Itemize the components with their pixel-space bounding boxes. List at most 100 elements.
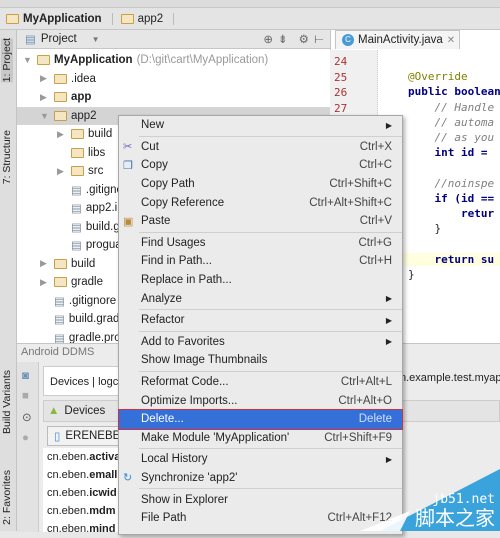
tree-item[interactable]: libs bbox=[57, 144, 105, 162]
build-variants-tool-tab[interactable]: Build Variants bbox=[1, 370, 13, 434]
breadcrumb: MyApplication app2 bbox=[0, 8, 500, 30]
tree-item[interactable]: ▶ build bbox=[40, 255, 95, 273]
favorites-tool-tab[interactable]: 2: Favorites bbox=[1, 470, 13, 525]
svg-text:脚本之家: 脚本之家 bbox=[415, 506, 495, 530]
menu-item-replace-in-path[interactable]: Replace in Path... bbox=[119, 271, 402, 290]
breadcrumb-item[interactable]: app2 bbox=[120, 12, 175, 25]
submenu-arrow-icon: ▶ bbox=[385, 294, 392, 304]
menu-item-shortcut: Ctrl+V bbox=[359, 215, 392, 228]
tree-item-label: build bbox=[88, 128, 113, 140]
structure-tool-tab[interactable]: 7: Structure bbox=[1, 130, 13, 184]
code-line: retur bbox=[408, 207, 495, 220]
folder-icon bbox=[54, 92, 67, 102]
project-tool-tab[interactable]: 1: Project bbox=[1, 38, 13, 83]
tree-item[interactable]: ▤ build.gradle bbox=[40, 310, 128, 328]
menu-item-label: New bbox=[141, 119, 165, 132]
menu-item-copy-reference[interactable]: Copy Reference Ctrl+Alt+Shift+C bbox=[119, 193, 402, 212]
tree-item[interactable]: ▶ build bbox=[57, 125, 112, 143]
menu-item-shortcut: Ctrl+X bbox=[359, 140, 392, 153]
camera-icon[interactable]: ◙ bbox=[22, 370, 33, 382]
menu-item-label: Paste bbox=[141, 215, 171, 228]
inspect-icon[interactable]: ⊙ bbox=[22, 410, 33, 424]
tree-item[interactable]: ▶ .idea bbox=[40, 70, 96, 88]
menu-item-refactor[interactable]: Refactor ▶ bbox=[119, 311, 402, 330]
collapsed-arrow-icon[interactable]: ▶ bbox=[57, 129, 67, 140]
collapsed-arrow-icon[interactable]: ▶ bbox=[40, 258, 50, 269]
menu-item-analyze[interactable]: Analyze ▶ bbox=[119, 289, 402, 308]
submenu-arrow-icon: ▶ bbox=[385, 315, 392, 325]
folder-icon bbox=[6, 13, 19, 24]
menu-item-add-to-favorites[interactable]: Add to Favorites ▶ bbox=[119, 333, 402, 352]
collapsed-arrow-icon[interactable]: ▶ bbox=[40, 73, 50, 84]
tree-item[interactable]: ▶ src bbox=[57, 162, 103, 180]
menu-separator bbox=[139, 370, 402, 372]
chevron-down-icon[interactable]: ▼ bbox=[92, 35, 100, 44]
folder-icon bbox=[54, 73, 67, 84]
menu-item-reformat-code[interactable]: Reformat Code... Ctrl+Alt+L bbox=[119, 373, 402, 392]
menu-item-label: Copy bbox=[141, 159, 168, 172]
breadcrumb-item[interactable]: MyApplication bbox=[6, 12, 113, 25]
tree-item-label: build bbox=[71, 257, 96, 270]
file-icon: ▤ bbox=[54, 314, 65, 326]
file-icon: ▤ bbox=[71, 203, 82, 215]
record-icon[interactable]: ● bbox=[22, 432, 33, 444]
collapsed-arrow-icon[interactable]: ▶ bbox=[40, 277, 50, 288]
menu-item-shortcut: Ctrl+G bbox=[358, 236, 392, 249]
menu-item-label: Analyze bbox=[141, 292, 182, 305]
menu-item-optimize-imports[interactable]: Optimize Imports... Ctrl+Alt+O bbox=[119, 391, 402, 410]
tab-mainactivity[interactable]: C MainActivity.java ✕ bbox=[335, 30, 460, 49]
menu-item-shortcut: Delete bbox=[358, 413, 392, 426]
tree-item-label: .gitignore bbox=[68, 294, 117, 307]
menu-item-label: Find Usages bbox=[141, 236, 206, 249]
project-view-select[interactable]: Project bbox=[41, 33, 77, 45]
menu-item-copy[interactable]: ❐ Copy Ctrl+C bbox=[119, 156, 402, 175]
code-line: public boolean bbox=[408, 85, 500, 99]
menu-item-cut[interactable]: ✂ Cut Ctrl+X bbox=[119, 138, 402, 157]
stop-icon[interactable]: ■ bbox=[22, 390, 33, 402]
folder-icon bbox=[71, 166, 84, 176]
menu-item-show-image-thumbnails[interactable]: Show Image Thumbnails bbox=[119, 351, 402, 370]
file-icon: ▤ bbox=[71, 221, 82, 234]
line-number: 25 bbox=[334, 70, 348, 84]
menu-item-find-usages[interactable]: Find Usages Ctrl+G bbox=[119, 234, 402, 253]
menu-item-label: Cut bbox=[141, 140, 159, 153]
toolbar bbox=[0, 0, 500, 8]
folder-icon bbox=[54, 277, 67, 287]
menu-item-label: Synchronize 'app2' bbox=[141, 471, 238, 484]
menu-item-copy-path[interactable]: Copy Path Ctrl+Shift+C bbox=[119, 175, 402, 194]
menu-item-new[interactable]: New ▶ bbox=[119, 116, 402, 135]
menu-item-label: Refactor bbox=[141, 314, 185, 327]
expanded-arrow-icon[interactable]: ▼ bbox=[23, 55, 33, 65]
tree-item[interactable]: ▼ MyApplication (D:\git\cart\MyApplication… bbox=[23, 51, 268, 69]
watermark-logo: jb51.net 脚本之家 bbox=[360, 469, 500, 531]
menu-item-paste[interactable]: ▣ Paste Ctrl+V bbox=[119, 212, 402, 231]
ddms-title: Android DDMS bbox=[21, 346, 95, 358]
tree-item-label: libs bbox=[88, 146, 106, 159]
close-icon[interactable]: ✕ bbox=[447, 35, 455, 46]
menu-separator bbox=[139, 308, 402, 310]
menu-item-label: Delete... bbox=[141, 413, 184, 426]
expanded-arrow-icon[interactable]: ▼ bbox=[40, 111, 50, 121]
collapsed-arrow-icon[interactable]: ▶ bbox=[57, 166, 67, 177]
collapsed-arrow-icon[interactable]: ▶ bbox=[40, 92, 50, 103]
submenu-arrow-icon: ▶ bbox=[385, 337, 392, 347]
menu-item-label: Reformat Code... bbox=[141, 376, 229, 389]
menu-item-label: Show in Explorer bbox=[141, 493, 228, 506]
menu-separator bbox=[139, 330, 402, 332]
tree-item[interactable]: ▶ gradle bbox=[40, 273, 103, 291]
menu-item-find-in-path[interactable]: Find in Path... Ctrl+H bbox=[119, 252, 402, 271]
target-icon[interactable]: ⊕ bbox=[263, 32, 273, 46]
process-prefix: cn.eben. bbox=[47, 451, 90, 463]
hide-icon[interactable]: ⊢ bbox=[314, 32, 324, 46]
ddms-toolbar: ◙ ■ ⊙ ● bbox=[17, 362, 39, 532]
collapse-icon[interactable]: ⇟ bbox=[278, 32, 288, 46]
gear-icon[interactable]: ⚙ bbox=[299, 32, 309, 46]
tree-item[interactable]: ▶ app bbox=[40, 88, 91, 106]
menu-item-delete[interactable]: Delete... Delete bbox=[118, 408, 403, 430]
scissors-icon: ✂ bbox=[123, 141, 133, 154]
tree-item[interactable]: ▤ .gitignore bbox=[40, 292, 116, 310]
code-line: // automa bbox=[408, 115, 495, 129]
process-field[interactable]: n.example.test.myap bbox=[400, 372, 500, 384]
menu-item-make-module-myapplication[interactable]: Make Module 'MyApplication' Ctrl+Shift+F9 bbox=[119, 429, 402, 448]
left-tool-strip: 1: Project 7: Structure Build Variants 2… bbox=[0, 30, 17, 531]
